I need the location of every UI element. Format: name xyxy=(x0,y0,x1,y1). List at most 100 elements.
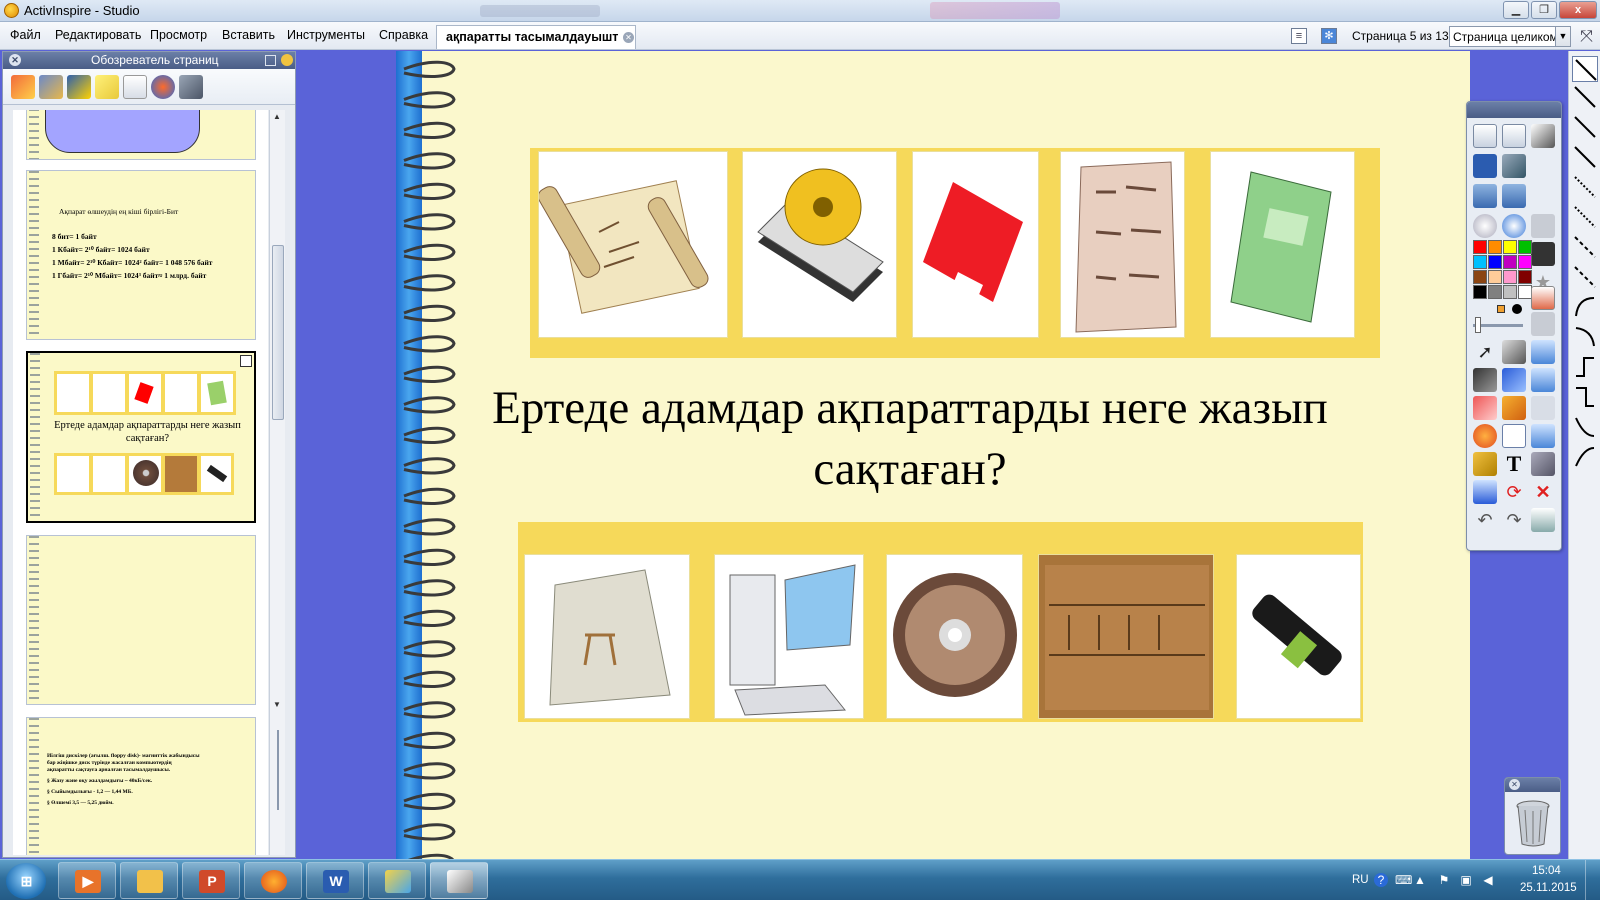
minimize-button[interactable]: ▁ xyxy=(1503,1,1529,19)
taskbar-media-player[interactable]: ▶ xyxy=(58,862,116,899)
dual-user-icon[interactable]: ✻ xyxy=(1321,28,1337,44)
undo-icon[interactable]: ↶ xyxy=(1473,508,1497,532)
maximize-button[interactable]: ❐ xyxy=(1531,1,1557,19)
network-icon[interactable]: ▣ xyxy=(1459,873,1473,887)
connector-icon[interactable] xyxy=(1502,424,1526,448)
select-arrow-icon[interactable]: ➚ xyxy=(1473,340,1497,364)
magic-ink-icon[interactable] xyxy=(1531,368,1555,392)
color-cyan-swatch[interactable] xyxy=(1473,255,1487,269)
line-tool-icon[interactable] xyxy=(1572,114,1598,140)
action-browser-icon[interactable] xyxy=(151,75,175,99)
menu-insert[interactable]: Вставить xyxy=(222,28,275,42)
color-blue-swatch[interactable] xyxy=(1488,255,1502,269)
dashed-line-icon[interactable] xyxy=(1572,234,1598,260)
show-desktop-button[interactable] xyxy=(1585,860,1600,900)
taskbar-firefox[interactable] xyxy=(244,862,302,899)
menu-view[interactable]: Просмотр xyxy=(150,28,207,42)
pen-icon[interactable] xyxy=(1473,368,1497,392)
document-icon[interactable] xyxy=(1531,286,1555,310)
clear-icon[interactable] xyxy=(1531,396,1555,420)
redo-icon[interactable]: ↷ xyxy=(1502,508,1526,532)
taskbar-powerpoint[interactable]: P xyxy=(182,862,240,899)
next-page-icon[interactable] xyxy=(1502,184,1526,208)
spotlight-icon[interactable] xyxy=(1531,452,1555,476)
cave-drawing-image[interactable] xyxy=(524,554,690,719)
page-thumbnail-5[interactable]: Иілгіш дискілер (ағылш. floppy disk)- ма… xyxy=(26,717,256,855)
page-zoom-icon[interactable] xyxy=(1531,508,1555,532)
menu-file[interactable]: Файл xyxy=(10,28,41,42)
action-center-flag-icon[interactable]: ⚑ xyxy=(1437,873,1451,887)
page-browser-scrollbar[interactable]: ▲ ▼ xyxy=(269,110,285,855)
color-yellow-swatch[interactable] xyxy=(1503,240,1517,254)
cd-image[interactable] xyxy=(886,554,1023,719)
taskbar-activinspire[interactable] xyxy=(430,862,488,899)
color-black-swatch[interactable] xyxy=(1473,285,1487,299)
color-green-swatch[interactable] xyxy=(1518,240,1532,254)
camera-icon[interactable] xyxy=(1473,452,1497,476)
panel-pin-icon[interactable] xyxy=(281,54,293,66)
web-browser-icon[interactable] xyxy=(1502,214,1526,238)
play-icon[interactable] xyxy=(1473,214,1497,238)
color-purple-swatch[interactable] xyxy=(1503,255,1517,269)
highlighter-icon[interactable] xyxy=(1502,368,1526,392)
color-orange-swatch[interactable] xyxy=(1488,240,1502,254)
line-tool-icon[interactable] xyxy=(1572,84,1598,110)
clay-tablet-image[interactable] xyxy=(1060,151,1185,338)
dashed-line-icon[interactable] xyxy=(1572,264,1598,290)
help-icon[interactable]: ? xyxy=(1374,873,1388,887)
shape-icon[interactable] xyxy=(1473,424,1497,448)
view-mode-select[interactable]: Страница целиком ▼ xyxy=(1449,26,1571,47)
color-maroon-swatch[interactable] xyxy=(1518,270,1532,284)
line-tool-icon[interactable] xyxy=(1572,144,1598,170)
voting-browser-icon[interactable] xyxy=(179,75,203,99)
previous-page-icon[interactable] xyxy=(1473,184,1497,208)
clipboard-icon[interactable] xyxy=(1531,340,1555,364)
clock-time[interactable]: 15:04 xyxy=(1532,865,1561,877)
close-panel-icon[interactable]: ✕ xyxy=(9,54,21,66)
switch-profile-icon[interactable] xyxy=(1531,124,1555,148)
page-thumbnail-4[interactable] xyxy=(26,535,256,705)
design-mode-icon[interactable] xyxy=(1473,154,1497,178)
dotted-line-icon[interactable] xyxy=(1572,174,1598,200)
chevron-down-icon[interactable]: ▼ xyxy=(1555,27,1570,46)
curve-icon[interactable] xyxy=(1572,324,1598,350)
object-browser-icon[interactable] xyxy=(67,75,91,99)
volume-icon[interactable]: ◀ xyxy=(1481,873,1495,887)
pen-width-large-icon[interactable] xyxy=(1512,304,1522,314)
taskbar-paint[interactable] xyxy=(368,862,426,899)
scroll-down-icon[interactable]: ▼ xyxy=(273,700,281,709)
eraser-icon[interactable] xyxy=(1473,396,1497,420)
clock-date[interactable]: 25.11.2015 xyxy=(1520,882,1577,894)
taskbar-explorer[interactable] xyxy=(120,862,178,899)
scrollbar-thumb[interactable] xyxy=(272,245,284,420)
resource-library-icon[interactable] xyxy=(39,75,63,99)
thumbnail-size-slider[interactable] xyxy=(277,730,279,810)
language-indicator[interactable]: RU xyxy=(1352,874,1369,886)
computer-image[interactable] xyxy=(714,554,864,719)
pen-width-medium-icon[interactable] xyxy=(1497,305,1505,313)
menu-tools[interactable]: Инструменты xyxy=(287,28,365,42)
color-gray-swatch[interactable] xyxy=(1488,285,1502,299)
document-tab[interactable]: ақпаратты тасымалдауышт ✕ xyxy=(436,25,636,49)
line-tool-icon[interactable] xyxy=(1572,56,1598,82)
page-browser-icon[interactable] xyxy=(11,75,35,99)
property-browser-icon[interactable] xyxy=(123,75,147,99)
scroll-image[interactable] xyxy=(537,151,728,338)
color-brown-swatch[interactable] xyxy=(1473,270,1487,284)
scroll-up-icon[interactable]: ▲ xyxy=(273,112,281,121)
revealer-icon[interactable] xyxy=(1473,480,1497,504)
duplicate-icon[interactable] xyxy=(1531,312,1555,336)
color-white-swatch[interactable] xyxy=(1518,285,1532,299)
thumbnail-menu-icon[interactable] xyxy=(240,355,252,367)
show-hidden-icons-icon[interactable]: ▲ xyxy=(1413,873,1427,887)
book-image[interactable] xyxy=(1210,151,1355,338)
notes-browser-icon[interactable] xyxy=(95,75,119,99)
main-menu-icon[interactable] xyxy=(1473,124,1497,148)
color-pink-swatch[interactable] xyxy=(1503,270,1517,284)
tools-icon[interactable] xyxy=(1502,340,1526,364)
elbow-connector-icon[interactable] xyxy=(1572,354,1598,380)
browsers-icon[interactable] xyxy=(1502,124,1526,148)
curved-connector-icon[interactable] xyxy=(1572,444,1598,470)
curve-icon[interactable] xyxy=(1572,294,1598,320)
activote-icon[interactable] xyxy=(1502,154,1526,178)
